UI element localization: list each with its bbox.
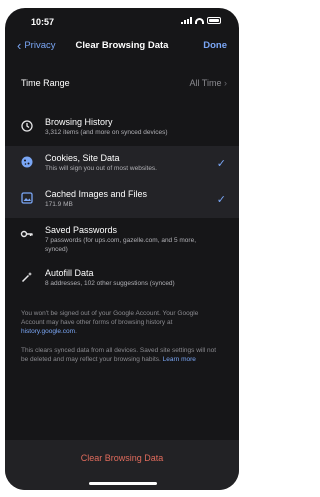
chevron-left-icon: ‹ [17,38,22,53]
time-range-row[interactable]: Time Range All Time › [5,74,239,96]
item-subtitle: 3,312 items (and more on synced devices) [45,129,168,136]
bottom-toolbar: Clear Browsing Data [5,440,239,490]
time-range-value: All Time › [189,78,227,88]
status-icons [181,17,221,24]
image-icon [21,192,33,204]
back-button[interactable]: ‹ Privacy [17,38,56,53]
autofill-icon [21,272,32,283]
account-note: You won't be signed out of your Google A… [5,309,239,336]
account-note-end: . [75,328,77,335]
wifi-icon [195,17,204,24]
chevron-right-icon: › [224,78,227,88]
item-title: Browsing History [45,117,113,127]
key-icon [20,230,33,238]
phone-screen: 10:57 ‹ Privacy Clear Browsing Data Done… [5,8,239,490]
item-title: Autofill Data [45,268,94,278]
item-cookies-site-data[interactable]: Cookies, Site Data This will sign you ou… [5,146,239,182]
item-subtitle: 7 passwords (for ups.com, gazelle.com, a… [45,237,197,253]
item-subtitle: 8 addresses, 102 other suggestions (sync… [45,280,175,287]
battery-icon [207,17,221,24]
item-subtitle: 171.9 MB [45,201,73,208]
item-autofill-data[interactable]: Autofill Data 8 addresses, 102 other sug… [5,261,239,297]
history-icon [21,120,33,132]
checkmark-icon: ✓ [216,158,226,170]
status-time: 10:57 [31,17,55,27]
item-title: Cached Images and Files [45,189,148,199]
home-indicator[interactable] [89,482,157,485]
status-bar: 10:57 [5,8,239,34]
learn-more-link[interactable]: Learn more [163,356,196,363]
signal-icon [181,17,192,24]
item-title: Cookies, Site Data [45,153,120,163]
item-title: Saved Passwords [45,225,118,235]
checkmark-icon: ✓ [216,194,226,206]
sync-note: This clears synced data from all devices… [5,346,239,364]
account-note-text: You won't be signed out of your Google A… [21,310,199,326]
item-cached-images[interactable]: Cached Images and Files 171.9 MB ✓ [5,182,239,218]
history-link[interactable]: history.google.com [21,328,75,335]
item-saved-passwords[interactable]: Saved Passwords 7 passwords (for ups.com… [5,218,239,261]
clear-browsing-data-button[interactable]: Clear Browsing Data [5,453,239,463]
done-button[interactable]: Done [203,40,227,51]
cookie-icon [21,156,33,168]
item-subtitle: This will sign you out of most websites. [45,165,157,172]
navigation-bar: ‹ Privacy Clear Browsing Data Done [5,34,239,60]
data-type-list: Browsing History 3,312 items (and more o… [5,110,239,297]
time-range-label: Time Range [21,78,70,88]
item-browsing-history[interactable]: Browsing History 3,312 items (and more o… [5,110,239,146]
time-range-value-text: All Time [189,78,222,88]
back-label: Privacy [24,40,56,51]
